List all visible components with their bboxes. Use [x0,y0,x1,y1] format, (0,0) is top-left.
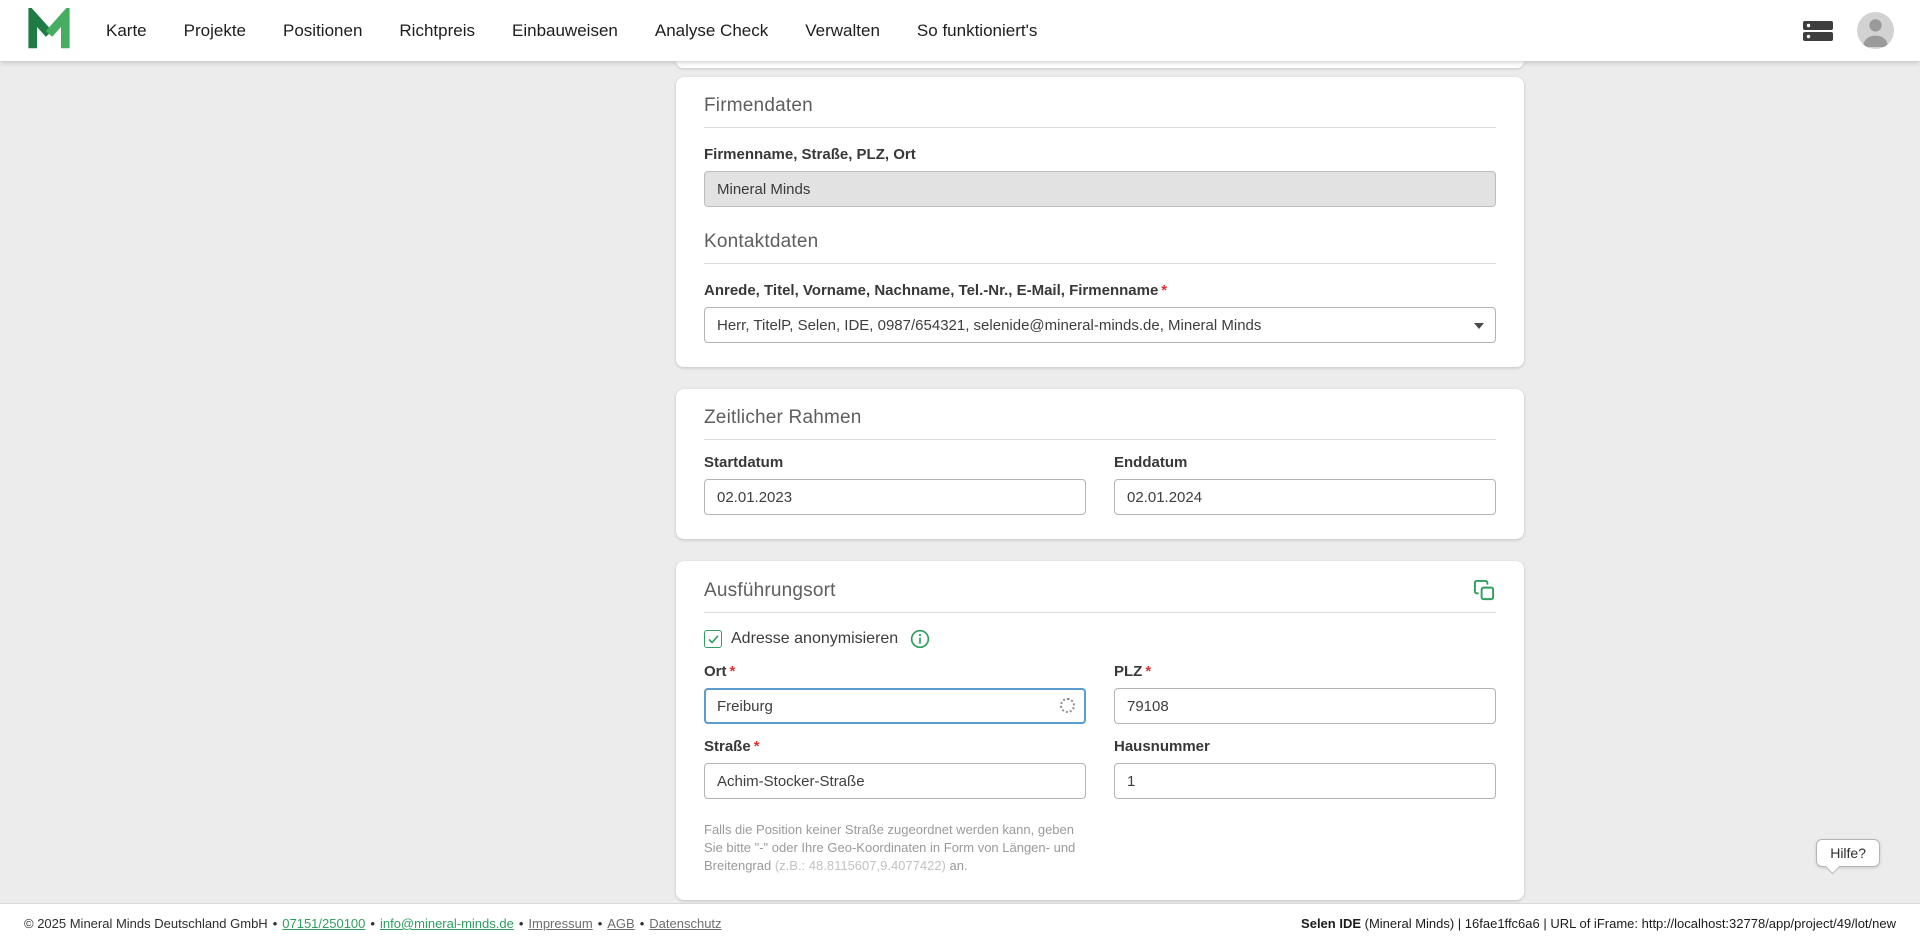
server-icon[interactable] [1801,17,1835,45]
enddatum-label: Enddatum [1114,454,1496,471]
footer-link-agb[interactable]: AGB [607,916,634,931]
kontakt-select[interactable]: Herr, TitelP, Selen, IDE, 0987/654321, s… [704,307,1496,343]
anonymize-label: Adresse anonymisieren [731,630,898,648]
separator: • [273,916,278,931]
previous-card-partial [676,61,1524,68]
strasse-label-text: Straße [704,738,751,755]
footer-link-email[interactable]: info@mineral-minds.de [380,916,514,931]
plz-field: PLZ* [1114,663,1496,724]
ort-label: Ort* [704,663,1086,680]
startdatum-input[interactable] [704,479,1086,515]
nav-item-einbauweisen[interactable]: Einbauweisen [512,21,618,41]
hausnummer-label: Hausnummer [1114,738,1496,755]
divider [704,263,1496,264]
separator: • [598,916,603,931]
ort-field: Ort* [704,663,1086,724]
strasse-label: Straße* [704,738,1086,755]
kontakt-label: Anrede, Titel, Vorname, Nachname, Tel.-N… [704,282,1496,299]
ausfuehrungsort-card: Ausführungsort Adresse anonymisieren [676,561,1524,900]
nav-item-verwalten[interactable]: Verwalten [805,21,880,41]
required-marker: * [754,738,760,755]
page-footer: © 2025 Mineral Minds Deutschland GmbH • … [0,903,1920,943]
nav-item-richtpreis[interactable]: Richtpreis [399,21,475,41]
loading-spinner-icon [1060,698,1075,713]
zeitlicher-rahmen-title: Zeitlicher Rahmen [704,407,1496,429]
copy-icon[interactable] [1473,579,1496,602]
divider [704,127,1496,128]
required-marker: * [1161,282,1167,299]
zeitlicher-rahmen-card: Zeitlicher Rahmen Startdatum Enddatum [676,389,1524,539]
iframe-url-text: (Mineral Minds) | 16fae1ffc6a6 | URL of … [1361,916,1896,931]
ausfuehrungsort-title: Ausführungsort [704,580,836,602]
footer-link-impressum[interactable]: Impressum [528,916,592,931]
mineral-minds-logo-icon[interactable] [26,8,72,54]
separator: • [519,916,524,931]
plz-label: PLZ* [1114,663,1496,680]
divider [704,439,1496,440]
top-navbar: Karte Projekte Positionen Richtpreis Ein… [0,0,1920,61]
anonymize-checkbox-checked[interactable] [704,630,722,648]
startdatum-field: Startdatum [704,454,1086,515]
help-button[interactable]: Hilfe? [1816,839,1880,867]
hausnummer-field: Hausnummer [1114,738,1496,799]
enddatum-field: Enddatum [1114,454,1496,515]
kontaktdaten-title: Kontaktdaten [704,231,1496,253]
separator: • [640,916,645,931]
navbar-right-tools [1801,12,1894,49]
hausnummer-input[interactable] [1114,763,1496,799]
nav-item-positionen[interactable]: Positionen [283,21,362,41]
required-marker: * [1145,663,1151,680]
separator: • [370,916,375,931]
nav-item-karte[interactable]: Karte [106,21,147,41]
strasse-input[interactable] [704,763,1086,799]
firmendaten-card: Firmendaten Firmenname, Straße, PLZ, Ort… [676,77,1524,367]
footer-debug-info: Selen IDE (Mineral Minds) | 16fae1ffc6a6… [1301,916,1896,931]
nav-item-so-funktionierts[interactable]: So funktioniert's [917,21,1037,41]
nav-item-projekte[interactable]: Projekte [184,21,246,41]
hint-suffix: an. [946,858,968,873]
user-avatar[interactable] [1857,12,1894,49]
check-icon [707,633,720,646]
startdatum-label: Startdatum [704,454,1086,471]
nav-item-analyse-check[interactable]: Analyse Check [655,21,768,41]
ort-input[interactable] [704,688,1086,724]
footer-link-phone[interactable]: 07151/250100 [282,916,365,931]
strasse-hint-text: Falls die Position keiner Straße zugeord… [704,821,1086,876]
enddatum-input[interactable] [1114,479,1496,515]
kontakt-select-value: Herr, TitelP, Selen, IDE, 0987/654321, s… [717,317,1261,334]
person-icon [1857,12,1894,49]
page-content: Firmendaten Firmenname, Straße, PLZ, Ort… [0,61,1920,903]
kontakt-label-text: Anrede, Titel, Vorname, Nachname, Tel.-N… [704,282,1158,299]
footer-link-datenschutz[interactable]: Datenschutz [649,916,721,931]
hint-example: (z.B.: 48.8115607,9.4077422) [775,858,946,873]
plz-input[interactable] [1114,688,1496,724]
strasse-field: Straße* [704,738,1086,799]
chevron-down-icon [1474,323,1484,329]
footer-left: © 2025 Mineral Minds Deutschland GmbH • … [24,916,722,931]
firmenname-input[interactable] [704,171,1496,207]
firmenname-label: Firmenname, Straße, PLZ, Ort [704,146,1496,163]
required-marker: * [730,663,736,680]
plz-label-text: PLZ [1114,663,1142,680]
copyright-text: © 2025 Mineral Minds Deutschland GmbH [24,916,268,931]
ort-label-text: Ort [704,663,727,680]
firmendaten-title: Firmendaten [704,95,1496,117]
divider [704,612,1496,613]
info-icon[interactable] [910,629,930,649]
main-navigation: Karte Projekte Positionen Richtpreis Ein… [106,21,1037,41]
ide-name: Selen IDE [1301,916,1361,931]
